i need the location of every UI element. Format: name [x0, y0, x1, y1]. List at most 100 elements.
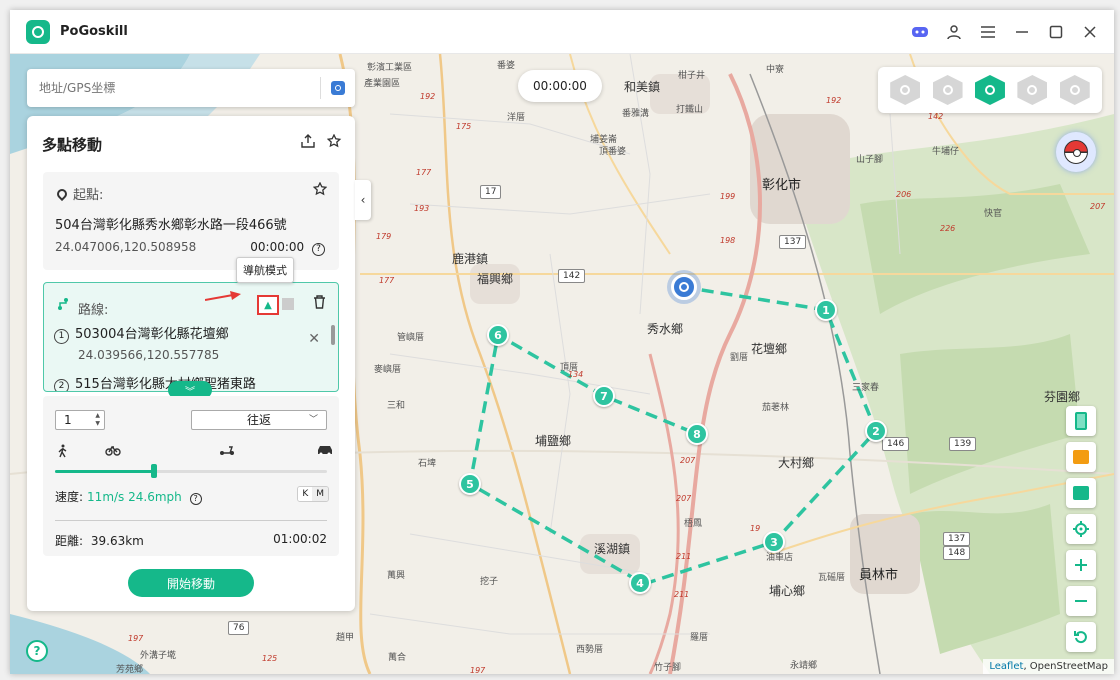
road-shield: 137 — [943, 532, 971, 546]
map-view[interactable]: 彰濱工業區 產業園區 和美鎮 彰化市 鹿港鎮 福興鄉 秀水鄉 花壇鄉 埔鹽鄉 大… — [10, 54, 1114, 674]
unit-mile[interactable]: M — [312, 487, 328, 501]
teleport-mode-icon[interactable] — [890, 75, 921, 105]
callout-arrow — [205, 291, 241, 301]
jump-mode-icon[interactable] — [1059, 75, 1090, 105]
walk-icon[interactable] — [57, 444, 69, 462]
map-label: 三家春 — [852, 383, 880, 393]
map-label: 秀水鄉 — [647, 322, 684, 336]
zoom-in-icon[interactable] — [1066, 550, 1096, 580]
route-label: 路線: — [78, 303, 109, 318]
road-shield: 137 — [779, 235, 807, 249]
map-label: 彰化市 — [762, 178, 802, 193]
device-icon[interactable] — [1066, 406, 1096, 436]
menu-icon[interactable] — [978, 22, 998, 42]
export-icon[interactable] — [301, 134, 315, 152]
app-window: PoGoskill 彰濱工業區 產業園區 和美鎮 彰化市 鹿港鎮 福興鄉 秀水鄉… — [10, 10, 1114, 674]
map-label: 頂番婆 — [599, 147, 627, 157]
route-marker[interactable]: 3 — [763, 531, 785, 553]
joystick-mode-icon[interactable] — [1017, 75, 1048, 105]
map-label: 趙甲 — [336, 633, 355, 643]
map-label: 外溝子墘 — [140, 651, 177, 661]
bicycle-icon[interactable] — [105, 444, 121, 460]
road-shield: 142 — [558, 269, 586, 283]
route-marker[interactable]: 7 — [593, 385, 615, 407]
distance-label: 距離: — [55, 534, 84, 548]
favorite-star-icon[interactable] — [326, 133, 343, 152]
two-point-mode-icon[interactable] — [932, 75, 963, 105]
start-coordinates: 24.047006,120.508958 — [55, 240, 197, 254]
road-number: 192 — [826, 96, 842, 105]
speed-slider[interactable] — [55, 464, 327, 478]
start-point-card: 起點: 504台灣彰化縣秀水鄉彰水路一段466號 24.047006,120.5… — [43, 172, 339, 270]
start-moving-button[interactable]: 開始移動 — [128, 569, 254, 597]
road-number: 207 — [1090, 202, 1106, 211]
osm-link[interactable]: , OpenStreetMap — [1023, 661, 1108, 672]
unit-toggle[interactable]: K M — [297, 486, 329, 502]
road-shield: 146 — [882, 437, 910, 451]
route-point-address: 503004台灣彰化縣花壇鄉 — [75, 327, 229, 342]
unit-km[interactable]: K — [298, 487, 313, 501]
search-icon[interactable] — [331, 81, 345, 95]
map-label: 三和 — [387, 401, 406, 411]
leaflet-link[interactable]: Leaflet — [989, 661, 1023, 672]
map-label: 萬興 — [387, 571, 406, 581]
search-input[interactable] — [39, 81, 320, 95]
route-marker[interactable]: 6 — [487, 324, 509, 346]
minimize-icon[interactable] — [1012, 22, 1032, 42]
map-label: 山子腳 — [856, 155, 884, 165]
close-icon[interactable] — [1080, 22, 1100, 42]
favorites-icon[interactable] — [1066, 478, 1096, 508]
route-point-item[interactable]: 1 503004台灣彰化縣花壇鄉 24.039566,120.557785 — [54, 323, 229, 362]
trash-icon[interactable] — [313, 295, 326, 313]
loop-count-stepper[interactable]: 1 ▲ ▼ — [55, 410, 105, 430]
navigation-mode-icon[interactable]: ▲ — [257, 295, 279, 315]
map-label: 中寮 — [766, 65, 785, 75]
road-number: 197 — [470, 666, 486, 674]
collapse-panel-icon[interactable]: ‹ — [355, 180, 371, 220]
road-number: 175 — [456, 122, 472, 131]
route-marker[interactable]: 5 — [459, 473, 481, 495]
map-label: 和美鎮 — [624, 80, 661, 94]
map-label: 溪湖鎮 — [594, 542, 631, 556]
road-number: 207 — [680, 456, 696, 465]
map-label: 牛埔仔 — [932, 147, 960, 157]
info-icon[interactable]: ? — [312, 243, 325, 256]
stepper-arrows-icon[interactable]: ▲ ▼ — [95, 412, 100, 428]
road-number: 142 — [928, 112, 944, 121]
help-icon[interactable]: ? — [26, 640, 48, 662]
car-icon[interactable] — [317, 444, 333, 460]
map-label: 茄荖林 — [762, 403, 790, 413]
scooter-icon[interactable] — [219, 444, 235, 460]
maximize-icon[interactable] — [1046, 22, 1066, 42]
route-marker[interactable]: 1 — [815, 299, 837, 321]
map-label: 管嶼厝 — [397, 333, 425, 343]
map-label: 花壇鄉 — [751, 342, 788, 356]
route-marker[interactable]: 2 — [865, 420, 887, 442]
remove-point-icon[interactable]: ✕ — [308, 331, 320, 347]
road-shield: 17 — [480, 185, 502, 199]
speed-info-icon[interactable]: ? — [189, 493, 202, 505]
zoom-out-icon[interactable] — [1066, 586, 1096, 616]
speed-slider-handle[interactable] — [151, 464, 157, 478]
route-marker[interactable]: 4 — [629, 572, 651, 594]
star-icon[interactable] — [312, 181, 328, 200]
map-label: 福興鄉 — [477, 272, 514, 286]
shirt-icon[interactable] — [1066, 442, 1096, 472]
reset-icon[interactable] — [1066, 622, 1096, 652]
map-label: 竹子腳 — [654, 663, 682, 673]
multi-point-mode-icon[interactable] — [974, 75, 1005, 105]
route-point-item[interactable]: 2 515台灣彰化縣大村鄉聖猪東路 — [54, 373, 256, 391]
pokeball-icon[interactable] — [1056, 132, 1096, 172]
edit-icon[interactable] — [282, 298, 294, 310]
navigation-mode-tooltip: 導航模式 — [236, 257, 294, 283]
route-mode-select[interactable]: 往返 ﹀ — [191, 410, 327, 430]
discord-icon[interactable] — [910, 22, 930, 42]
locate-icon[interactable] — [1066, 514, 1096, 544]
user-icon[interactable] — [944, 22, 964, 42]
route-marker[interactable]: 8 — [686, 423, 708, 445]
current-location-marker[interactable] — [671, 274, 697, 300]
route-scrollbar[interactable] — [331, 325, 335, 345]
map-label: 埔鹽鄉 — [535, 434, 572, 448]
map-label: 番婆 — [497, 61, 516, 71]
route-point-number: 2 — [54, 379, 69, 391]
